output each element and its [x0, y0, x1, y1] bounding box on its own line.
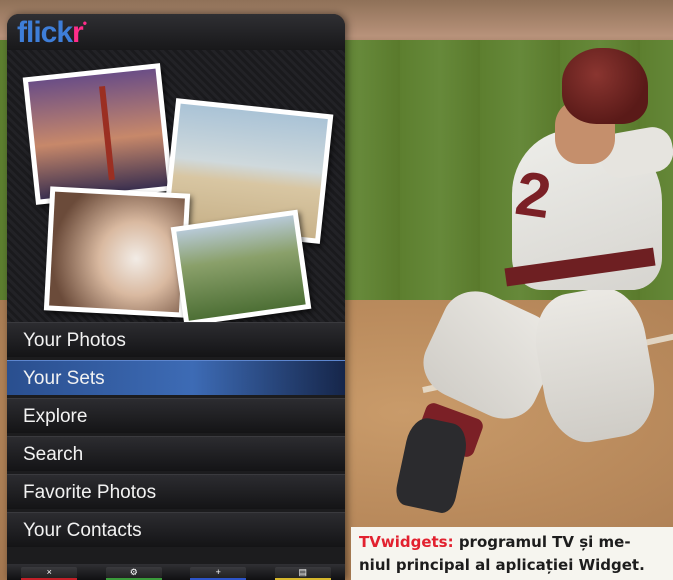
menu-item-label: Your Contacts — [23, 520, 142, 541]
flickr-widget-panel: flickr• Your Photos Your Sets Explore Se… — [7, 14, 345, 580]
caption-tag: TVwidgets: — [359, 533, 454, 551]
menu-item-favorite-photos[interactable]: Favorite Photos — [7, 474, 345, 509]
flickr-logo: flickr• — [17, 16, 87, 49]
yellow-key-keyboard-icon[interactable]: ▤ — [274, 566, 331, 580]
bridge-photo — [22, 63, 174, 205]
menu-item-label: Your Sets — [23, 368, 105, 389]
menu-item-label: Your Photos — [23, 330, 126, 351]
green-key-gear-icon[interactable]: ⚙ — [105, 566, 162, 580]
caption-text-line1: programul TV și me- — [453, 533, 631, 551]
main-menu: Your Photos Your Sets Explore Search Fav… — [7, 322, 345, 550]
menu-item-your-contacts[interactable]: Your Contacts — [7, 512, 345, 547]
menu-item-label: Explore — [23, 406, 88, 427]
menu-item-label: Favorite Photos — [23, 482, 157, 503]
menu-item-search[interactable]: Search — [7, 436, 345, 471]
wedding-photo — [43, 186, 191, 318]
menu-item-your-sets[interactable]: Your Sets — [7, 360, 345, 395]
image-caption: TVwidgets: programul TV și me-niul princ… — [351, 527, 673, 580]
menu-item-your-photos[interactable]: Your Photos — [7, 322, 345, 357]
batting-helmet — [562, 48, 648, 124]
valley-landscape-photo — [170, 209, 312, 327]
menu-item-explore[interactable]: Explore — [7, 398, 345, 433]
photo-collage — [7, 50, 345, 327]
caption-text-line2: niul principal al aplicației Widget. — [359, 556, 645, 574]
remote-color-key-bar: × ⚙ + ▤ — [7, 564, 345, 580]
panel-header: flickr• — [7, 14, 345, 51]
blue-key-plus-icon[interactable]: + — [190, 566, 247, 580]
red-key-close-icon[interactable]: × — [21, 566, 78, 580]
menu-item-label: Search — [23, 444, 84, 465]
